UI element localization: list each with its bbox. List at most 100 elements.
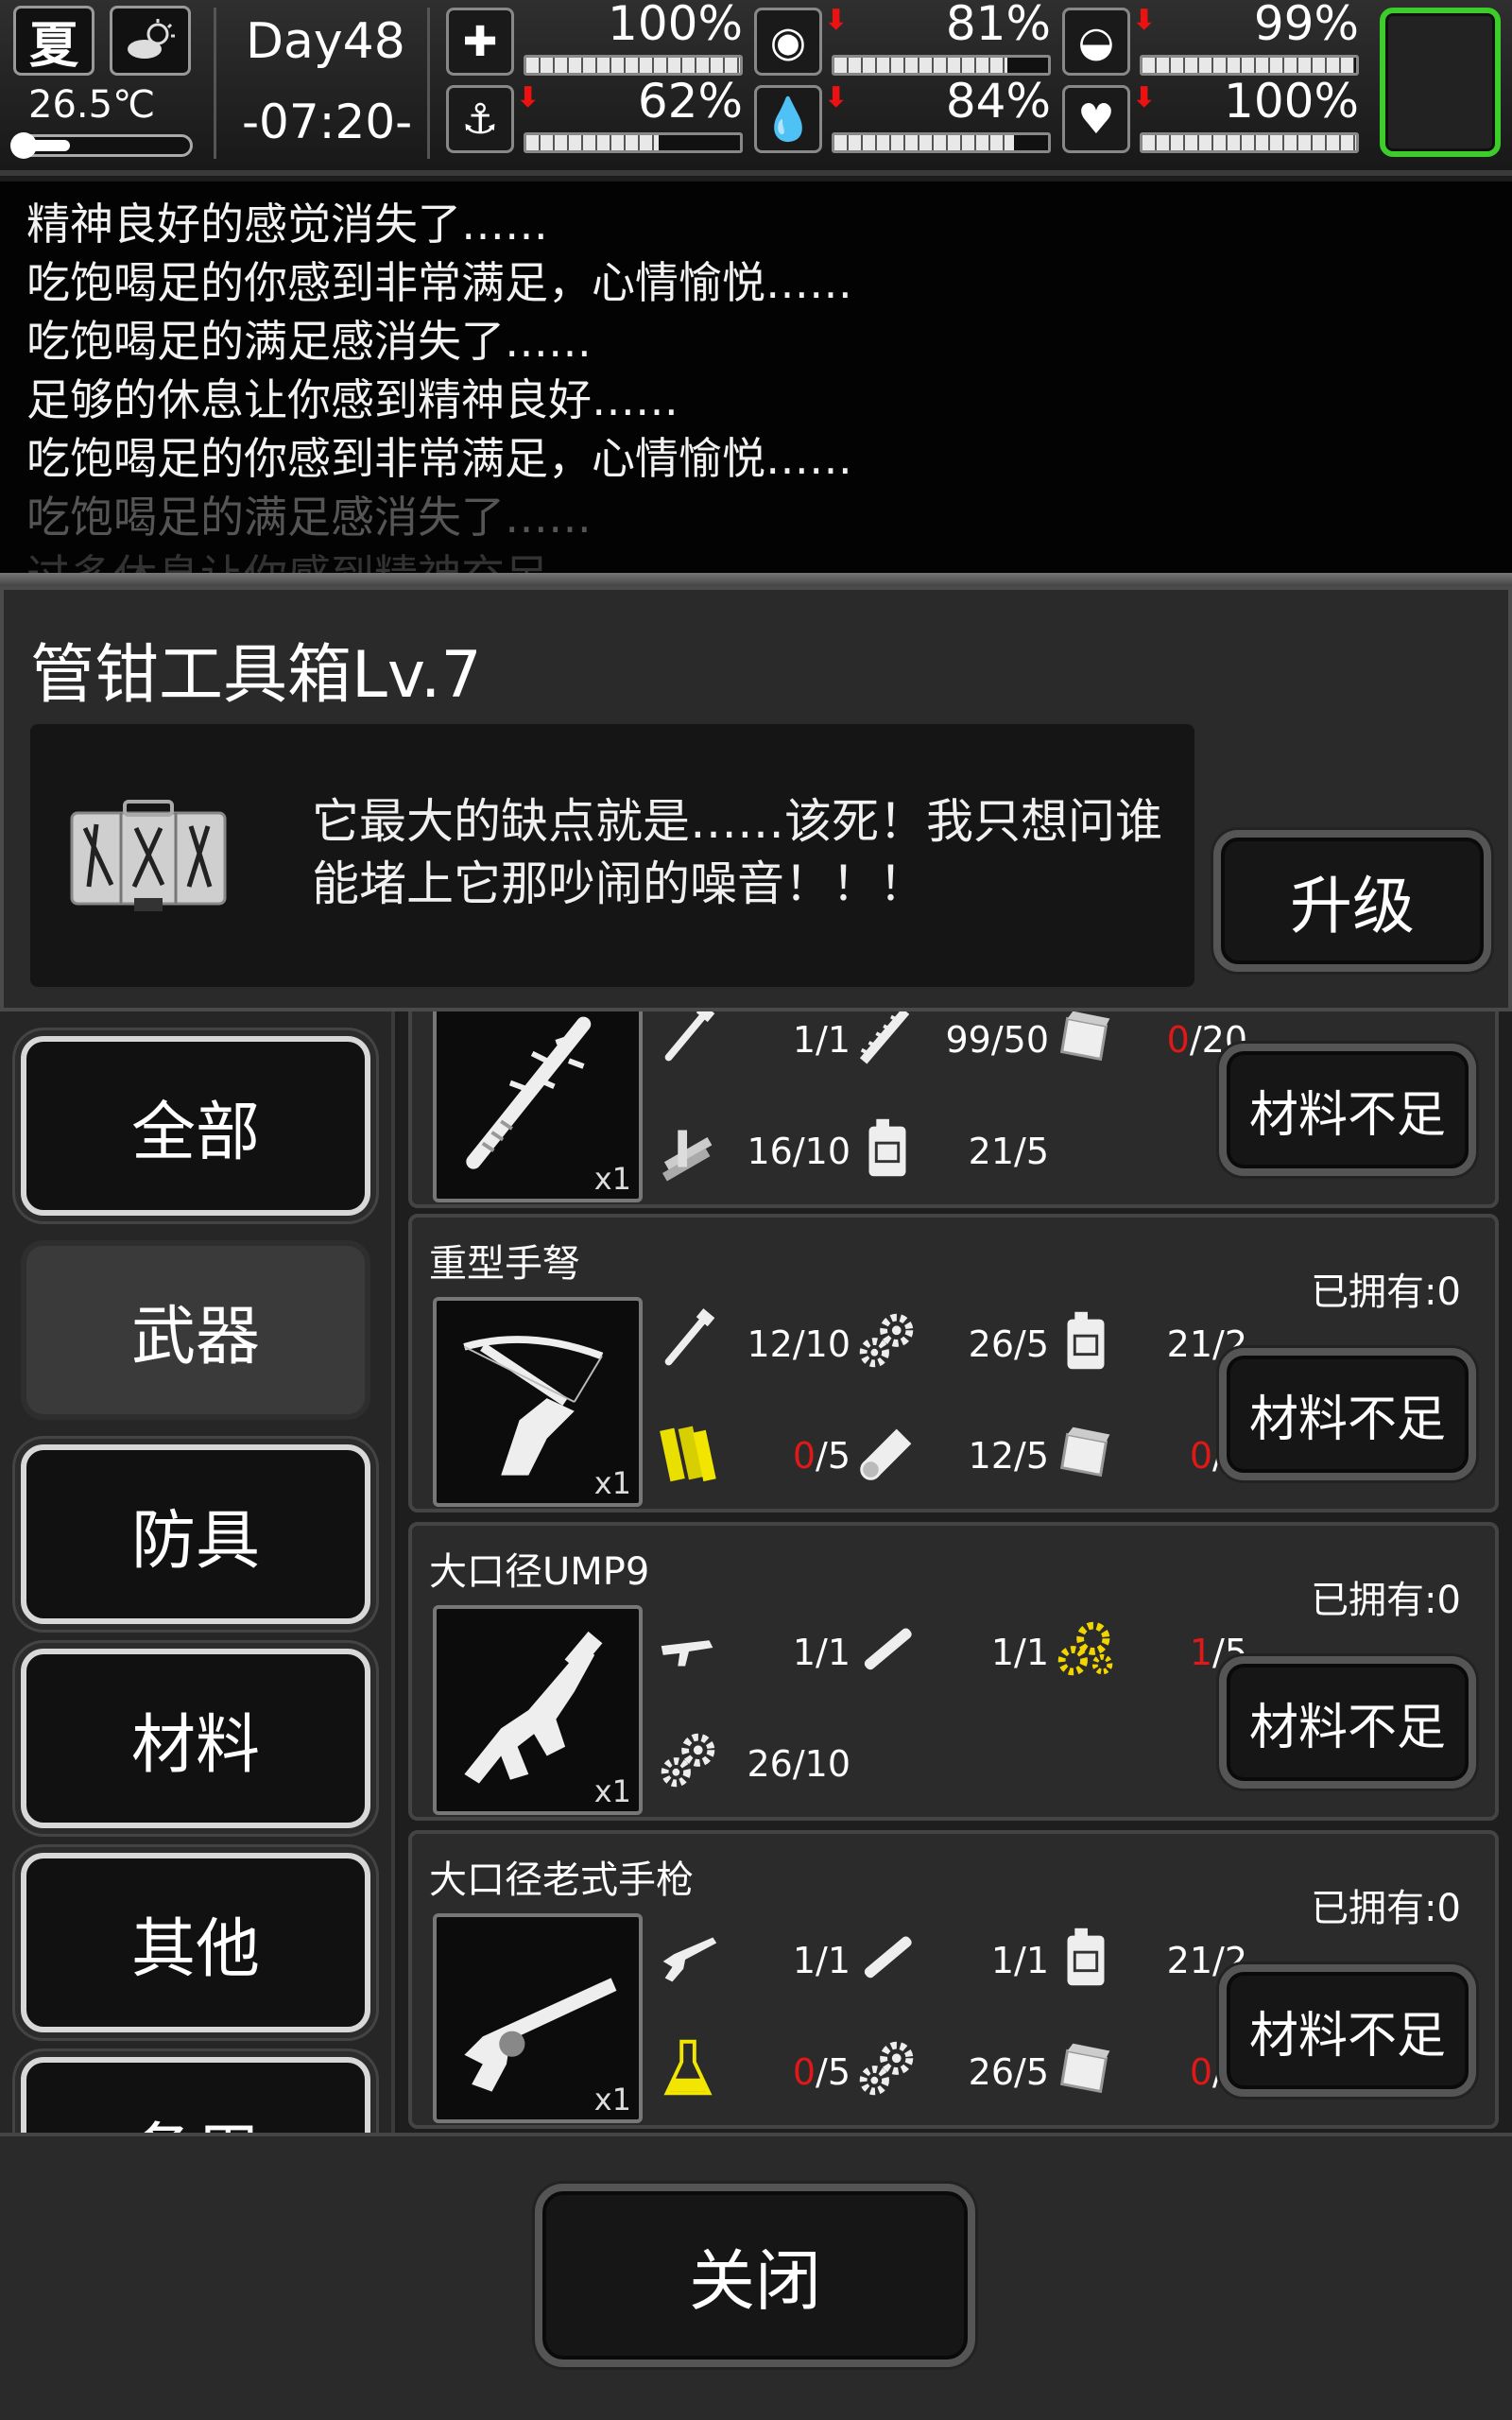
owned-count: 已拥有:0 bbox=[1311, 1270, 1461, 1314]
stat-stamina: ⚓ ⬇ 62% bbox=[446, 74, 748, 157]
heart-icon: ♥ bbox=[1062, 85, 1130, 153]
material-need: /1 bbox=[816, 1019, 850, 1061]
jerrycan-icon bbox=[1049, 1921, 1123, 1995]
material-count: 16/10 bbox=[747, 1131, 850, 1172]
golden-gears-icon bbox=[1049, 1613, 1123, 1686]
owned-count: 已拥有:0 bbox=[1311, 1579, 1461, 1622]
material-need: /10 bbox=[792, 1131, 850, 1172]
category-tab-2[interactable]: 防具 bbox=[21, 1444, 370, 1624]
stat-percent: 100% bbox=[608, 0, 743, 51]
stat-percent: 84% bbox=[945, 74, 1051, 129]
category-tab-3[interactable]: 材料 bbox=[21, 1649, 370, 1828]
material-need: /5 bbox=[1014, 2051, 1049, 2093]
stat-percent: 100% bbox=[1224, 74, 1359, 129]
message-log: 精神良好的感觉消失了…… 吃饱喝足的你感到非常满足，心情愉悦…… 吃饱喝足的满足感消… bbox=[0, 182, 1512, 579]
material-need: /5 bbox=[1014, 1435, 1049, 1477]
material-have: 99 bbox=[945, 1019, 991, 1061]
material-count: 1/1 bbox=[793, 1019, 850, 1061]
day-counter: Day48 bbox=[246, 13, 405, 70]
decrease-arrow-icon: ⬇ bbox=[1132, 4, 1157, 37]
recipe-item-thumbnail: x1 bbox=[433, 1297, 643, 1507]
stat-hunger: ◉ ⬇ 81% bbox=[754, 0, 1057, 79]
stat-bar bbox=[832, 132, 1051, 153]
craft-button[interactable]: 材料不足 bbox=[1219, 1656, 1476, 1789]
decrease-arrow-icon: ⬇ bbox=[824, 81, 849, 114]
recipe-item-thumbnail: x1 bbox=[433, 1011, 643, 1202]
stat-thirst: 💧 ⬇ 84% bbox=[754, 74, 1057, 157]
material-have: 21 bbox=[1166, 1323, 1213, 1365]
log-line: 精神良好的感觉消失了…… bbox=[26, 199, 548, 250]
status-bar: 夏 26.5℃ Day48 -07:20- ✚ 100% ◉ ⬇ 81% ◒ ⬇ 99% ⚓ ⬇ 6… bbox=[0, 0, 1512, 176]
recipe-card[interactable]: x1 1/1 99/50 0/20 16/10 21/5 材料不足 bbox=[408, 1011, 1499, 1208]
stat-percent: 81% bbox=[945, 0, 1051, 51]
material-need: /5 bbox=[816, 2051, 850, 2093]
material-requirement: 1/1 bbox=[850, 1917, 1049, 1998]
decrease-arrow-icon: ⬇ bbox=[1132, 81, 1157, 114]
material-have: 0 bbox=[792, 2051, 816, 2093]
material-need: /50 bbox=[990, 1019, 1049, 1061]
material-requirement: 21/2 bbox=[1049, 1301, 1247, 1382]
material-have: 21 bbox=[968, 1131, 1015, 1172]
category-tab-4[interactable]: 其他 bbox=[21, 1853, 370, 2032]
jerrycan-icon bbox=[1049, 1305, 1123, 1378]
craft-button[interactable]: 材料不足 bbox=[1219, 1348, 1476, 1480]
material-requirement: 1/1 bbox=[652, 1917, 850, 1998]
partly-cloudy-icon bbox=[110, 6, 191, 76]
metal-sheet-icon bbox=[1049, 1011, 1123, 1074]
backpack-button[interactable] bbox=[1380, 8, 1501, 157]
material-count: 26/5 bbox=[969, 2051, 1049, 2093]
flask-icon bbox=[652, 2032, 726, 2106]
material-have: 21 bbox=[1166, 1940, 1213, 1981]
recipe-item-thumbnail: x1 bbox=[433, 1913, 643, 2123]
recipe-list[interactable]: x1 1/1 99/50 0/20 16/10 21/5 材料不足 重型手弩 已拥有:0 x1 12… bbox=[399, 1011, 1512, 2133]
foot-icon: ⚓ bbox=[446, 85, 514, 153]
stomach-icon: ◉ bbox=[754, 8, 822, 76]
material-have: 0 bbox=[1189, 2051, 1213, 2093]
divider bbox=[0, 573, 1512, 586]
material-requirement: 12/5 bbox=[850, 1412, 1049, 1494]
bamboo-icon bbox=[652, 1416, 726, 1490]
water-drop-icon: 💧 bbox=[754, 85, 822, 153]
item-quantity: x1 bbox=[593, 1773, 631, 1809]
medkit-icon: ✚ bbox=[446, 8, 514, 76]
material-count: 26/5 bbox=[969, 1323, 1049, 1365]
workbench-panel: 管钳工具箱Lv.7 它最大的缺点就是……该死！我只想问谁能堵上它那吵闹的噪音！！… bbox=[0, 586, 1512, 1011]
upgrade-button[interactable]: 升级 bbox=[1213, 830, 1491, 972]
material-requirement: 0/20 bbox=[1049, 1011, 1247, 1078]
recipe-item-thumbnail: x1 bbox=[433, 1605, 643, 1815]
recipe-name: 重型手弩 bbox=[429, 1242, 580, 1286]
close-button[interactable]: 关闭 bbox=[535, 2184, 975, 2367]
stat-percent: 99% bbox=[1253, 0, 1359, 51]
material-have: 26 bbox=[968, 1323, 1015, 1365]
material-have: 26 bbox=[747, 1743, 793, 1785]
material-requirement: 99/50 bbox=[850, 1011, 1049, 1078]
material-count: 12/5 bbox=[969, 1435, 1049, 1477]
category-tab-1[interactable]: 武器 bbox=[21, 1240, 370, 1420]
material-count: 0/5 bbox=[793, 1435, 850, 1477]
material-count: 21/5 bbox=[969, 1131, 1049, 1172]
decrease-arrow-icon: ⬇ bbox=[824, 4, 849, 37]
material-requirement: 21/2 bbox=[1049, 1917, 1247, 1998]
recipe-name: 大口径UMP9 bbox=[429, 1550, 650, 1594]
material-need: /5 bbox=[816, 1435, 850, 1477]
craft-button[interactable]: 材料不足 bbox=[1219, 1964, 1476, 2097]
material-count: 99/50 bbox=[945, 1019, 1049, 1061]
material-have: 1 bbox=[792, 1632, 816, 1673]
category-tab-5[interactable]: 备用 bbox=[21, 2057, 370, 2133]
material-requirement: 0/5 bbox=[652, 2029, 850, 2110]
stat-health: ✚ 100% bbox=[446, 0, 748, 79]
material-requirement: 1/1 bbox=[850, 1609, 1049, 1690]
recipe-card[interactable]: 大口径UMP9 已拥有:0 x1 1/1 1/1 1/5 26/10 材料不足 bbox=[408, 1522, 1499, 1821]
cloth-roll-icon bbox=[850, 1416, 924, 1490]
material-requirement: 12/10 bbox=[652, 1301, 850, 1382]
material-requirement: 26/5 bbox=[850, 2029, 1049, 2110]
category-tab-0[interactable]: 全部 bbox=[21, 1036, 370, 1216]
material-count: 0/5 bbox=[793, 2051, 850, 2093]
gun-icon bbox=[652, 1613, 726, 1686]
craft-button[interactable]: 材料不足 bbox=[1219, 1044, 1476, 1176]
recipe-card[interactable]: 大口径老式手枪已拥有:0x11/11/121/20/526/50/5材料不足 bbox=[408, 1830, 1499, 2129]
material-need: /5 bbox=[1014, 1323, 1049, 1365]
recipe-card[interactable]: 重型手弩已拥有:0x112/1026/521/20/512/50/3材料不足 bbox=[408, 1214, 1499, 1512]
material-requirement: 16/10 bbox=[652, 1108, 850, 1189]
pill-icon: ◒ bbox=[1062, 8, 1130, 76]
